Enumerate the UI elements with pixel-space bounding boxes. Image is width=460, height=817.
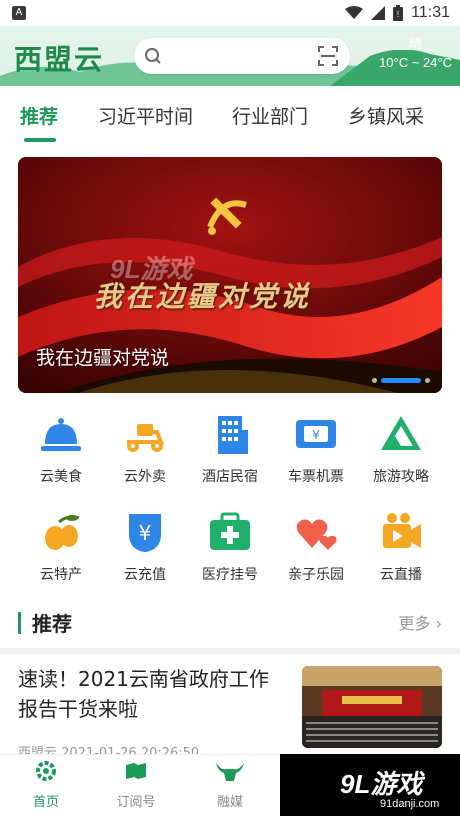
news-title: 速读！2021云南省政府工作报告干货来啦 [18, 667, 269, 721]
channel-tabs: 推荐 习近平时间 行业部门 乡镇风采 [0, 86, 460, 146]
search-input[interactable] [170, 44, 314, 70]
grid-item-label: 车票机票 [288, 469, 344, 485]
grid-item-tickets[interactable]: ¥ 车票机票 [273, 412, 359, 486]
grid-item-label: 酒店民宿 [202, 469, 258, 485]
yuan-shield-icon: ¥ [129, 514, 161, 552]
banner-caption: 我在边疆对党说 [36, 347, 170, 369]
grid-item-takeout[interactable]: 云外卖 [102, 412, 188, 486]
carousel-dot-active [381, 378, 421, 383]
wifi-icon [345, 6, 364, 19]
section-title: 推荐 [32, 612, 72, 636]
nav-label: 订阅号 [116, 795, 156, 810]
tab-xi-time[interactable]: 习近平时间 [98, 102, 193, 129]
watermark-overlay: 9L游戏 91danji.com [280, 754, 460, 816]
gear-home-icon [36, 761, 56, 781]
medical-kit-icon [210, 512, 250, 550]
grid-item-live[interactable]: 云直播 [358, 510, 444, 584]
divider [0, 648, 460, 654]
grid-item-travel[interactable]: 旅游攻略 [358, 412, 444, 486]
nav-subscribe[interactable]: 订阅号 [96, 759, 176, 810]
weather-widget: 晴 10°C ~ 24°C [379, 34, 452, 72]
olive-icon [45, 515, 80, 550]
status-right: ! 11:31 [345, 3, 450, 23]
hearts-icon [296, 519, 337, 550]
svg-text:¥: ¥ [139, 521, 152, 545]
watermark-url: 91danji.com [380, 798, 440, 810]
grid-item-kids[interactable]: 亲子乐园 [273, 510, 359, 584]
nav-media[interactable]: 融媒 [190, 759, 270, 810]
hall-image [302, 666, 442, 748]
search-icon [145, 48, 161, 64]
grid-item-label: 云充值 [124, 567, 166, 583]
cloche-icon [41, 418, 81, 451]
grid-item-label: 医疗挂号 [202, 567, 258, 583]
status-time: 11:31 [411, 4, 450, 21]
status-bar: A ! 11:31 [0, 0, 460, 26]
battery-icon: ! [393, 5, 404, 21]
ticket-icon: ¥ [296, 420, 336, 448]
section-header: 推荐 更多 › [18, 608, 442, 638]
watermark-brand: 9L游戏 [340, 769, 423, 799]
nav-label: 首页 [32, 795, 59, 810]
more-label: 更多 [398, 614, 431, 633]
tab-towns[interactable]: 乡镇风采 [348, 102, 424, 129]
signal-icon [371, 6, 386, 20]
buffalo-icon [216, 763, 244, 781]
grid-item-label: 云美食 [40, 469, 82, 485]
svg-text:¥: ¥ [312, 428, 320, 442]
grid-item-medical[interactable]: 医疗挂号 [187, 510, 273, 584]
grid-item-hotel[interactable]: 酒店民宿 [187, 412, 273, 486]
mountain-icon [381, 416, 421, 450]
grid-item-specialty[interactable]: 云特产 [18, 510, 104, 584]
scan-icon[interactable] [318, 46, 338, 66]
video-camera-icon [383, 513, 421, 548]
grid-item-label: 亲子乐园 [288, 567, 344, 583]
active-tab-indicator [24, 138, 56, 142]
section-bar [18, 612, 21, 634]
app-logo: 西盟云 [14, 43, 105, 76]
weather-condition: 晴 [409, 36, 423, 51]
nav-label: 融媒 [216, 795, 243, 810]
grid-item-label: 旅游攻略 [373, 469, 429, 485]
hotel-icon [218, 416, 248, 454]
grid-item-label: 云特产 [40, 567, 82, 583]
tab-recommend[interactable]: 推荐 [20, 102, 58, 129]
grid-item-recharge[interactable]: ¥ 云充值 [102, 510, 188, 584]
app-notification-icon: A [12, 6, 26, 20]
carousel-dot [372, 378, 377, 383]
search-box[interactable] [134, 38, 350, 74]
watermark-logo: 9L游戏 [110, 254, 193, 284]
scooter-icon [127, 424, 164, 452]
hero-banner[interactable]: 我在边疆对党说 9L游戏 我在边疆对党说 [18, 157, 442, 393]
more-link[interactable]: 更多 › [399, 610, 443, 634]
news-item[interactable]: 速读！2021云南省政府工作报告干货来啦 西盟云 2021-01-26 20:2… [18, 664, 442, 761]
tab-departments[interactable]: 行业部门 [232, 102, 308, 129]
carousel-dot [425, 378, 430, 383]
weather-temp: 10°C ~ 24°C [379, 55, 452, 70]
nav-home[interactable]: 首页 [6, 759, 86, 810]
grid-item-label: 云直播 [380, 567, 422, 583]
app-header: 西盟云 晴 10°C ~ 24°C [0, 26, 460, 86]
svg-text:!: ! [397, 10, 399, 19]
subscribe-icon [126, 763, 146, 779]
grid-item-label: 云外卖 [124, 469, 166, 485]
news-thumbnail [302, 666, 442, 748]
chevron-right-icon: › [430, 614, 442, 633]
grid-item-food[interactable]: 云美食 [18, 412, 104, 486]
carousel-indicator [372, 378, 430, 383]
